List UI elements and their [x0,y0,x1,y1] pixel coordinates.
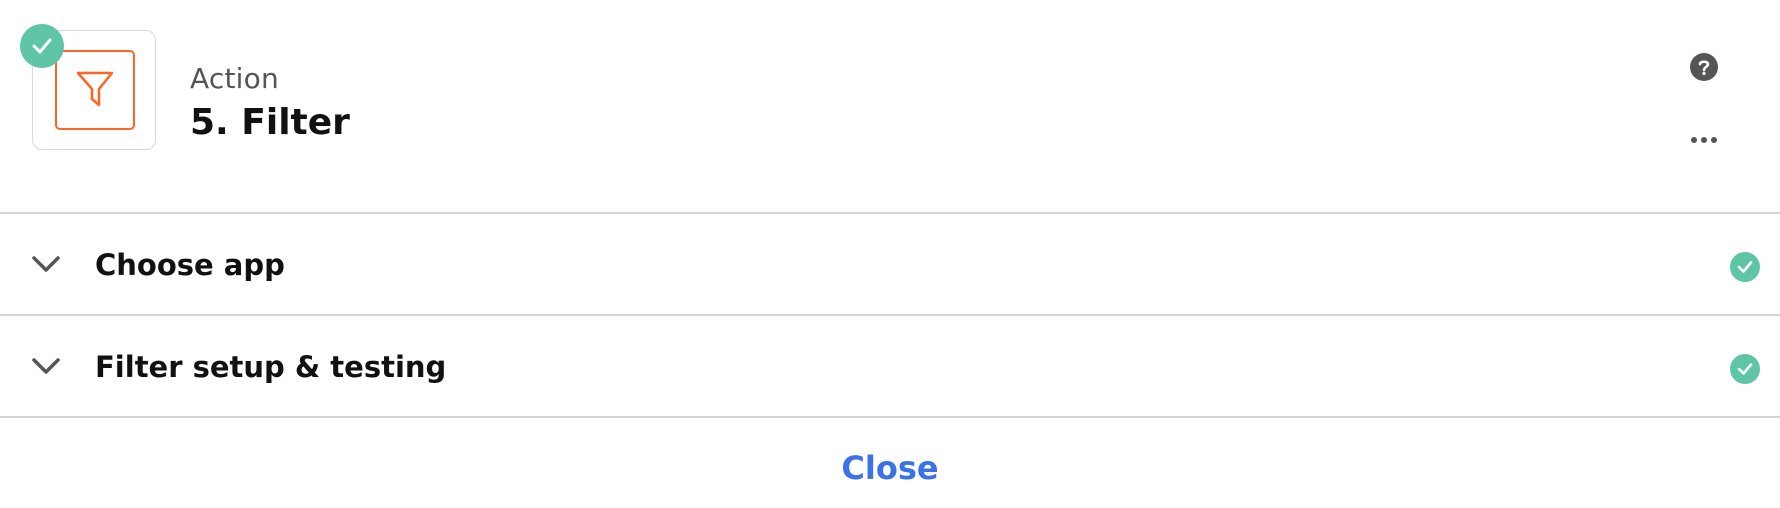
step-type-label: Action [190,62,279,95]
section-label[interactable]: Choose app [95,248,285,282]
chevron-down-icon[interactable] [28,250,64,278]
section-filter-setup[interactable]: Filter setup & testing [0,316,1780,418]
chevron-down-icon[interactable] [28,352,64,380]
step-title[interactable]: 5. Filter [190,102,350,143]
help-icon[interactable] [1690,53,1718,81]
check-icon [1730,354,1760,384]
section-label[interactable]: Filter setup & testing [95,350,446,384]
step-header: Action 5. Filter [0,0,1780,214]
step-complete-check-icon [20,24,64,68]
filter-funnel-icon [76,71,114,107]
check-icon [1730,252,1760,282]
section-choose-app[interactable]: Choose app [0,214,1780,316]
more-options-icon[interactable] [1688,124,1720,156]
filter-app-icon [55,50,135,130]
close-button[interactable]: Close [790,444,990,492]
step-panel: Action 5. Filter Choose app Filter setup… [0,0,1780,508]
